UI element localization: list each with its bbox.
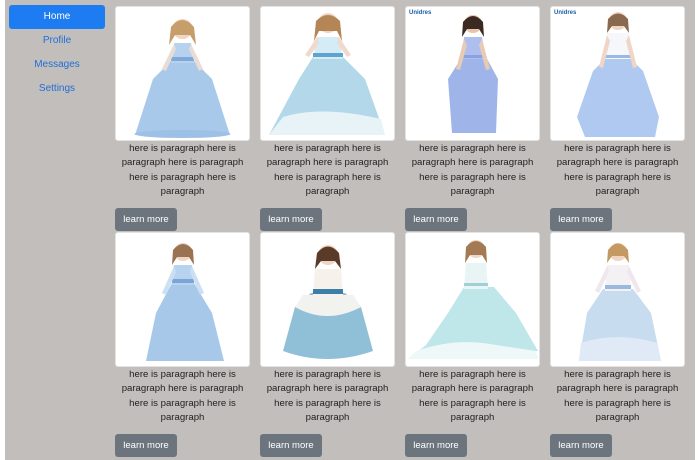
product-card: here is paragraph here is paragraph here… [115,232,250,458]
page-background: Home Profile Messages Settings here is p… [5,0,695,460]
learn-more-button[interactable]: learn more [115,208,177,231]
product-image[interactable] [260,6,395,141]
dress-illustration [579,243,661,361]
product-image[interactable] [260,232,395,367]
sidebar-item-messages[interactable]: Messages [9,53,105,77]
dress-illustration [134,19,231,138]
dress-illustration [146,243,224,361]
product-image[interactable]: Unidres [405,6,540,141]
learn-more-button[interactable]: learn more [405,208,467,231]
product-image[interactable] [405,232,540,367]
dress-illustration [577,12,659,137]
product-card: here is paragraph here is paragraph here… [115,6,250,232]
product-card: Unidres here is paragraph here is paragr… [405,6,540,232]
sidebar-item-profile[interactable]: Profile [9,29,105,53]
product-image[interactable] [550,232,685,367]
learn-more-button[interactable]: learn more [260,208,322,231]
card-caption: here is paragraph here is paragraph here… [556,369,679,424]
learn-more-button[interactable]: learn more [115,434,177,457]
card-caption: here is paragraph here is paragraph here… [121,143,244,198]
card-caption: here is paragraph here is paragraph here… [121,369,244,424]
product-card: here is paragraph here is paragraph here… [260,232,395,458]
dress-illustration [283,245,373,359]
card-caption: here is paragraph here is paragraph here… [556,143,679,198]
card-caption: here is paragraph here is paragraph here… [411,369,534,424]
sidebar-nav: Home Profile Messages Settings [9,5,105,101]
brand-logo: Unidres [554,10,577,16]
product-image[interactable]: Unidres [550,6,685,141]
product-card: here is paragraph here is paragraph here… [550,232,685,458]
learn-more-button[interactable]: learn more [550,208,612,231]
learn-more-button[interactable]: learn more [405,434,467,457]
sidebar-item-home[interactable]: Home [9,5,105,29]
sidebar-item-settings[interactable]: Settings [9,77,105,101]
learn-more-button[interactable]: learn more [550,434,612,457]
dress-illustration [408,240,538,359]
card-caption: here is paragraph here is paragraph here… [266,369,389,424]
product-card: Unidres here is paragraph here is paragr… [550,6,685,232]
product-image[interactable] [115,232,250,367]
card-caption: here is paragraph here is paragraph here… [266,143,389,198]
dress-illustration [269,13,385,135]
card-caption: here is paragraph here is paragraph here… [411,143,534,198]
brand-logo: Unidres [409,10,432,16]
product-card: here is paragraph here is paragraph here… [405,232,540,458]
product-card: here is paragraph here is paragraph here… [260,6,395,232]
product-image[interactable] [115,6,250,141]
learn-more-button[interactable]: learn more [260,434,322,457]
dress-illustration [448,15,498,133]
